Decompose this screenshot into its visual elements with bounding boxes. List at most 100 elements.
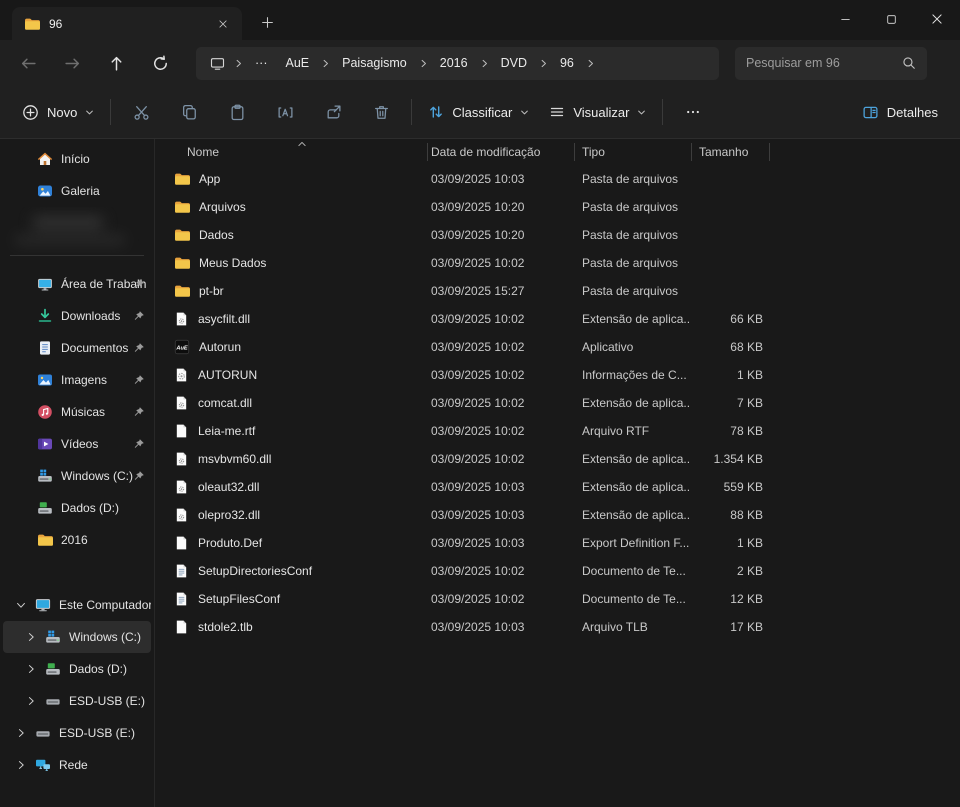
- file-row-produto-def[interactable]: Produto.Def03/09/2025 10:03Export Defini…: [155, 529, 960, 557]
- sidebar-item-inicio[interactable]: Início: [3, 143, 151, 175]
- file-type: Pasta de arquivos: [574, 256, 691, 270]
- column-divider[interactable]: [691, 143, 692, 161]
- view-button[interactable]: Visualizar: [539, 94, 656, 130]
- sidebar-item-downloads[interactable]: Downloads: [3, 300, 151, 332]
- tab-96[interactable]: 96: [12, 7, 242, 40]
- sidebar-item-area-de-trabalh[interactable]: Área de Trabalh: [3, 268, 151, 300]
- tab-close-button[interactable]: [212, 13, 234, 35]
- column-header-tamanho[interactable]: Tamanho: [691, 145, 769, 159]
- new-button-label: Novo: [47, 105, 77, 120]
- share-button[interactable]: [309, 94, 357, 130]
- copy-button[interactable]: [165, 94, 213, 130]
- dll-icon: [174, 451, 189, 467]
- file-row-stdole2-tlb[interactable]: stdole2.tlb03/09/2025 10:03Arquivo TLB17…: [155, 613, 960, 641]
- search-input[interactable]: Pesquisar em 96: [735, 47, 927, 80]
- folder-icon: [174, 255, 190, 271]
- file-name: Dados: [155, 227, 427, 243]
- breadcrumb-chevron-icon[interactable]: [231, 59, 246, 68]
- file-row-olepro32-dll[interactable]: olepro32.dll03/09/2025 10:03Extensão de …: [155, 501, 960, 529]
- app-aue-icon: AuE: [174, 339, 190, 355]
- file-row-autorun[interactable]: AuEAutorun03/09/2025 10:02Aplicativo68 K…: [155, 333, 960, 361]
- column-header-tipo[interactable]: Tipo: [574, 145, 691, 159]
- breadcrumb-item-96[interactable]: 96: [551, 52, 583, 74]
- sidebar-item-galeria[interactable]: Galeria: [3, 175, 151, 207]
- file-row-meus-dados[interactable]: Meus Dados03/09/2025 10:02Pasta de arqui…: [155, 249, 960, 277]
- file-row-oleaut32-dll[interactable]: oleaut32.dll03/09/2025 10:03Extensão de …: [155, 473, 960, 501]
- new-button[interactable]: Novo: [12, 94, 104, 130]
- chevron-right-icon[interactable]: [15, 760, 27, 770]
- sidebar-item-este-computador[interactable]: Este Computador: [3, 589, 151, 621]
- file-date: 03/09/2025 10:02: [427, 452, 574, 466]
- sort-button[interactable]: Classificar: [418, 94, 539, 130]
- column-divider[interactable]: [427, 143, 428, 161]
- file-row-asycfilt-dll[interactable]: asycfilt.dll03/09/2025 10:02Extensão de …: [155, 305, 960, 333]
- file-row-setupfilesconf[interactable]: SetupFilesConf03/09/2025 10:02Documento …: [155, 585, 960, 613]
- sidebar-item-musicas[interactable]: Músicas: [3, 396, 151, 428]
- chevron-right-icon[interactable]: [25, 632, 37, 642]
- chevron-down-icon[interactable]: [15, 600, 27, 610]
- breadcrumb-item-aue[interactable]: AuE: [277, 52, 319, 74]
- sidebar-item-windows-c[interactable]: Windows (C:): [3, 621, 151, 653]
- column-header-nome[interactable]: Nome: [155, 145, 427, 159]
- file-type: Pasta de arquivos: [574, 200, 691, 214]
- up-button[interactable]: [94, 45, 138, 81]
- file-name: AuEAutorun: [155, 339, 427, 355]
- search-placeholder: Pesquisar em 96: [746, 56, 902, 70]
- file-row-dados[interactable]: Dados03/09/2025 10:20Pasta de arquivos: [155, 221, 960, 249]
- sidebar-item-rede[interactable]: Rede: [3, 749, 151, 781]
- sidebar-item-imagens[interactable]: Imagens: [3, 364, 151, 396]
- chevron-down-icon: [637, 108, 646, 117]
- sidebar-item-label: Windows (C:): [69, 630, 151, 644]
- sidebar-item-label: ESD-USB (E:): [69, 694, 151, 708]
- details-pane-button[interactable]: Detalhes: [852, 94, 948, 130]
- sidebar-item-esd-usb-e[interactable]: ESD-USB (E:): [3, 717, 151, 749]
- file-row-comcat-dll[interactable]: comcat.dll03/09/2025 10:02Extensão de ap…: [155, 389, 960, 417]
- sidebar-item-videos[interactable]: Vídeos: [3, 428, 151, 460]
- sidebar-item-esd-usb-e[interactable]: ESD-USB (E:): [3, 685, 151, 717]
- file-row-pt-br[interactable]: pt-br03/09/2025 15:27Pasta de arquivos: [155, 277, 960, 305]
- cut-button[interactable]: [117, 94, 165, 130]
- maximize-button[interactable]: [868, 0, 914, 38]
- breadcrumb[interactable]: ···AuE Paisagismo 2016 DVD 96: [196, 47, 719, 80]
- sidebar-item-dados-d[interactable]: Dados (D:): [3, 653, 151, 685]
- minimize-button[interactable]: [822, 0, 868, 38]
- file-row-msvbvm60-dll[interactable]: msvbvm60.dll03/09/2025 10:02Extensão de …: [155, 445, 960, 473]
- sidebar-item-documentos[interactable]: Documentos: [3, 332, 151, 364]
- breadcrumb-overflow[interactable]: ···: [246, 52, 277, 74]
- paste-button[interactable]: [213, 94, 261, 130]
- sidebar-item-windows-c[interactable]: Windows (C:): [3, 460, 151, 492]
- new-tab-button[interactable]: [252, 7, 282, 37]
- delete-button[interactable]: [357, 94, 405, 130]
- rename-button[interactable]: [261, 94, 309, 130]
- file-row-app[interactable]: App03/09/2025 10:03Pasta de arquivos: [155, 165, 960, 193]
- back-button[interactable]: [6, 45, 50, 81]
- chevron-right-icon[interactable]: [15, 728, 27, 738]
- column-header-data-de-modificacao[interactable]: Data de modificação: [427, 145, 574, 159]
- breadcrumb-chevron-icon[interactable]: [477, 59, 492, 68]
- file-row-arquivos[interactable]: Arquivos03/09/2025 10:20Pasta de arquivo…: [155, 193, 960, 221]
- chevron-right-icon[interactable]: [25, 696, 37, 706]
- breadcrumb-chevron-icon[interactable]: [416, 59, 431, 68]
- refresh-button[interactable]: [138, 45, 182, 81]
- file-name-label: pt-br: [199, 284, 224, 298]
- sidebar-item-2016[interactable]: 2016: [3, 524, 151, 556]
- breadcrumb-item-2016[interactable]: 2016: [431, 52, 477, 74]
- file-size: 78 KB: [691, 424, 769, 438]
- breadcrumb-item-paisagismo[interactable]: Paisagismo: [333, 52, 416, 74]
- close-button[interactable]: [914, 0, 960, 38]
- column-divider[interactable]: [574, 143, 575, 161]
- sidebar-item-dados-d[interactable]: Dados (D:): [3, 492, 151, 524]
- more-options-button[interactable]: [669, 94, 717, 130]
- folder-icon: [174, 227, 190, 243]
- breadcrumb-chevron-icon[interactable]: [318, 59, 333, 68]
- column-divider[interactable]: [769, 143, 770, 161]
- file-row-autorun[interactable]: AUTORUN03/09/2025 10:02Informações de C.…: [155, 361, 960, 389]
- forward-button[interactable]: [50, 45, 94, 81]
- breadcrumb-chevron-icon[interactable]: [583, 59, 598, 68]
- chevron-right-icon[interactable]: [25, 664, 37, 674]
- breadcrumb-item-dvd[interactable]: DVD: [492, 52, 536, 74]
- file-row-leia-me-rtf[interactable]: Leia-me.rtf03/09/2025 10:02Arquivo RTF78…: [155, 417, 960, 445]
- file-row-setupdirectoriesconf[interactable]: SetupDirectoriesConf03/09/2025 10:02Docu…: [155, 557, 960, 585]
- breadcrumb-chevron-icon[interactable]: [536, 59, 551, 68]
- file-rows: App03/09/2025 10:03Pasta de arquivosArqu…: [155, 165, 960, 641]
